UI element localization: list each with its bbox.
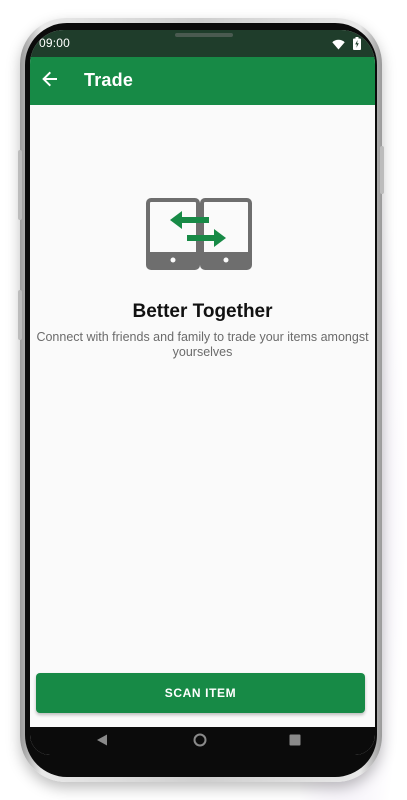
recents-square-icon <box>289 733 301 751</box>
hero-headline: Better Together <box>132 301 273 322</box>
side-button-right <box>380 146 384 194</box>
nav-home-button[interactable] <box>192 733 208 752</box>
back-triangle-icon <box>96 733 108 751</box>
battery-charging-icon <box>353 37 361 55</box>
scan-item-button[interactable]: SCAN ITEM <box>36 673 365 713</box>
wifi-icon <box>332 37 345 55</box>
nav-recents-button[interactable] <box>287 734 303 750</box>
hero-description: Connect with friends and family to trade… <box>36 330 369 359</box>
nav-back-button[interactable] <box>94 734 110 750</box>
phones-exchange-icon <box>146 198 252 275</box>
status-time: 09:00 <box>39 36 71 50</box>
status-bar: 09:00 <box>30 30 375 57</box>
volume-button <box>18 150 22 220</box>
phone-screen: 09:00 Trade Better Together Connect with… <box>30 30 375 755</box>
status-icons <box>332 37 361 55</box>
device-mockup: 09:00 Trade Better Together Connect with… <box>0 0 407 800</box>
page-title: Trade <box>84 70 134 90</box>
system-nav-bar <box>30 727 375 755</box>
arrow-left-icon <box>41 70 59 93</box>
home-circle-icon <box>193 733 207 752</box>
earpiece-speaker <box>175 33 233 37</box>
power-button <box>18 290 22 340</box>
app-bar: Trade <box>30 57 375 105</box>
back-button[interactable] <box>36 67 64 95</box>
